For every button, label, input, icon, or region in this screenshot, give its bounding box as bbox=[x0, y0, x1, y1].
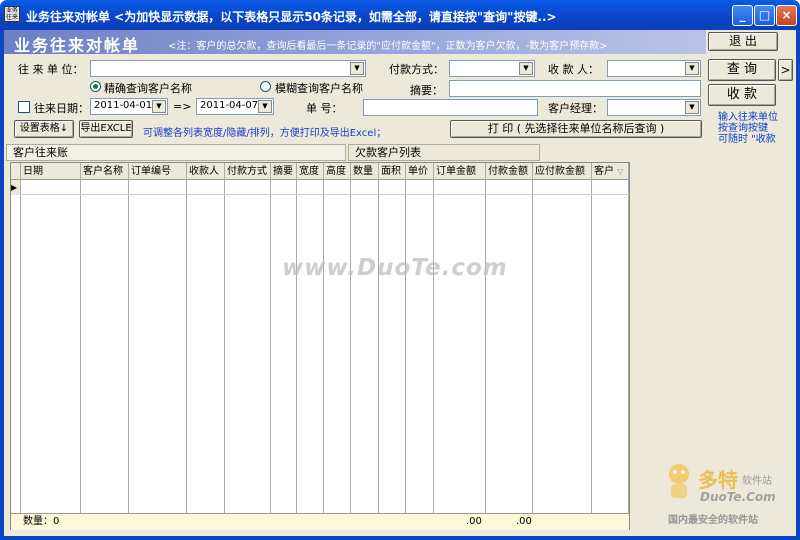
col-line bbox=[485, 163, 486, 529]
col-header[interactable]: 应付款金额 bbox=[533, 163, 592, 180]
unit-label: 往 来 单 位： bbox=[18, 63, 84, 76]
chevron-down-icon[interactable]: ▼ bbox=[685, 62, 699, 75]
col-header[interactable]: 数量 bbox=[351, 163, 379, 180]
window-frame-bottom bbox=[0, 536, 800, 540]
unit-select[interactable]: ▼ bbox=[90, 60, 366, 77]
col-header-label: 客户 bbox=[594, 166, 614, 177]
col-line bbox=[128, 163, 129, 529]
radio-fuzzy-label[interactable]: 模糊查询客户名称 bbox=[275, 80, 363, 96]
print-button[interactable]: 打 印 ( 先选择往来单位名称后查询 ) bbox=[450, 120, 702, 138]
toolbar-hint: 可调整各列表宽度/隐藏/排列，方便打印及导出Excel； bbox=[143, 128, 387, 139]
footer-paid-total: .00 bbox=[516, 516, 532, 527]
radio-exact-label[interactable]: 精确查询客户名称 bbox=[104, 80, 192, 96]
receive-button[interactable]: 收 款 bbox=[708, 84, 776, 106]
chevron-down-icon[interactable]: ▼ bbox=[350, 62, 364, 75]
manager-select[interactable]: ▼ bbox=[607, 99, 701, 116]
watermark-text: www.DuoTe.com bbox=[282, 255, 508, 281]
logo-brand-sub: 软件站 bbox=[742, 476, 772, 487]
col-header[interactable]: 日期 bbox=[21, 163, 81, 180]
query-button[interactable]: 查 询 bbox=[708, 59, 776, 81]
chevron-down-icon[interactable]: ▼ bbox=[152, 100, 166, 113]
col-line bbox=[591, 163, 592, 529]
col-header[interactable]: 客户名称 bbox=[81, 163, 129, 180]
footer-order-total: .00 bbox=[466, 516, 482, 527]
export-excel-button[interactable]: 导出EXCLE bbox=[79, 120, 133, 138]
tab-debtor-list[interactable]: 欠款客户列表 bbox=[348, 144, 540, 161]
col-header[interactable]: 订单金额 bbox=[434, 163, 486, 180]
col-header[interactable]: 收款人 bbox=[187, 163, 225, 180]
col-line bbox=[20, 163, 21, 529]
manager-label: 客户经理： bbox=[548, 102, 603, 115]
close-button[interactable]: × bbox=[776, 5, 797, 26]
payee-select[interactable]: ▼ bbox=[607, 60, 701, 77]
col-line bbox=[405, 163, 406, 529]
sort-icon[interactable]: ▽ bbox=[617, 167, 623, 176]
col-header[interactable]: 面积 bbox=[379, 163, 406, 180]
col-line bbox=[224, 163, 225, 529]
grid-header: 日期 客户名称 订单编号 收款人 付款方式 摘要 宽度 高度 数量 面积 单价 … bbox=[11, 163, 629, 180]
footer-count: 数量：0 bbox=[23, 516, 60, 527]
date-from-picker[interactable]: 2011-04-01 ▼ bbox=[90, 98, 168, 115]
app-icon: 业务 往来 bbox=[4, 6, 20, 22]
col-header[interactable]: 宽度 bbox=[297, 163, 324, 180]
date-to-value: 2011-04-07 bbox=[200, 100, 259, 111]
col-line bbox=[532, 163, 533, 529]
duote-logo: 多特 软件站 DuoTe.Com 国内最安全的软件站 bbox=[660, 462, 794, 530]
date-arrow: => bbox=[173, 100, 192, 113]
col-header[interactable]: 订单编号 bbox=[129, 163, 187, 180]
mascot-icon bbox=[669, 464, 689, 498]
date-to-picker[interactable]: 2011-04-07 ▼ bbox=[196, 98, 274, 115]
set-table-button[interactable]: 设置表格↓ bbox=[14, 120, 74, 138]
col-header[interactable]: 单价 bbox=[406, 163, 434, 180]
payee-label: 收 款 人： bbox=[548, 63, 599, 76]
col-line bbox=[270, 163, 271, 529]
page-title: 业务往来对帐单 bbox=[14, 36, 141, 55]
summary-input[interactable] bbox=[449, 80, 701, 97]
col-header[interactable]: 付款方式 bbox=[225, 163, 271, 180]
row-pointer-icon: ▶ bbox=[11, 180, 20, 195]
header-note: <注：客户的总欠款，查询后看最后一条记录的"应付款金额"，正数为客户欠款，-数为… bbox=[168, 41, 608, 52]
radio-exact[interactable] bbox=[90, 81, 101, 92]
window-frame-right bbox=[796, 30, 800, 540]
side-note-3: 可随时 "收款 bbox=[718, 134, 776, 145]
col-line bbox=[296, 163, 297, 529]
minimize-button[interactable]: _ bbox=[732, 5, 753, 26]
logo-slogan: 国内最安全的软件站 bbox=[668, 515, 758, 526]
col-header[interactable]: 客户 ▽ bbox=[592, 163, 629, 180]
more-button[interactable]: > bbox=[778, 59, 793, 81]
exit-button[interactable]: 退 出 bbox=[708, 32, 778, 51]
col-header[interactable]: 高度 bbox=[324, 163, 351, 180]
logo-domain: DuoTe.Com bbox=[700, 490, 776, 504]
col-line bbox=[80, 163, 81, 529]
table-row[interactable]: ▶ bbox=[11, 180, 629, 195]
col-line bbox=[350, 163, 351, 529]
radio-fuzzy[interactable] bbox=[260, 81, 271, 92]
col-line bbox=[628, 163, 629, 529]
doc-no-label: 单 号： bbox=[306, 102, 343, 115]
grid-footer: 数量：0 .00 .00 bbox=[11, 513, 629, 530]
logo-brand: 多特 bbox=[698, 468, 738, 492]
col-header[interactable]: 摘要 bbox=[271, 163, 297, 180]
pay-method-select[interactable]: ▼ bbox=[449, 60, 535, 77]
chevron-down-icon[interactable]: ▼ bbox=[685, 101, 699, 114]
chevron-down-icon[interactable]: ▼ bbox=[519, 62, 533, 75]
col-line bbox=[433, 163, 434, 529]
date-label: 往来日期： bbox=[34, 102, 89, 115]
doc-no-input[interactable] bbox=[363, 99, 538, 116]
col-line bbox=[186, 163, 187, 529]
summary-label: 摘要： bbox=[410, 84, 443, 97]
date-from-value: 2011-04-01 bbox=[94, 100, 153, 111]
col-line bbox=[378, 163, 379, 529]
ledger-grid[interactable]: 日期 客户名称 订单编号 收款人 付款方式 摘要 宽度 高度 数量 面积 单价 … bbox=[10, 162, 630, 530]
col-line bbox=[323, 163, 324, 529]
date-checkbox[interactable] bbox=[18, 101, 30, 113]
chevron-down-icon[interactable]: ▼ bbox=[258, 100, 272, 113]
col-header[interactable]: 付款金额 bbox=[486, 163, 533, 180]
window-title: 业务往来对帐单 <为加快显示数据，以下表格只显示50条记录，如需全部，请直接按"… bbox=[26, 10, 557, 24]
pay-method-label: 付款方式： bbox=[389, 63, 444, 76]
tab-customer-ledger[interactable]: 客户往来账 bbox=[6, 144, 346, 161]
maximize-button[interactable]: □ bbox=[754, 5, 775, 26]
